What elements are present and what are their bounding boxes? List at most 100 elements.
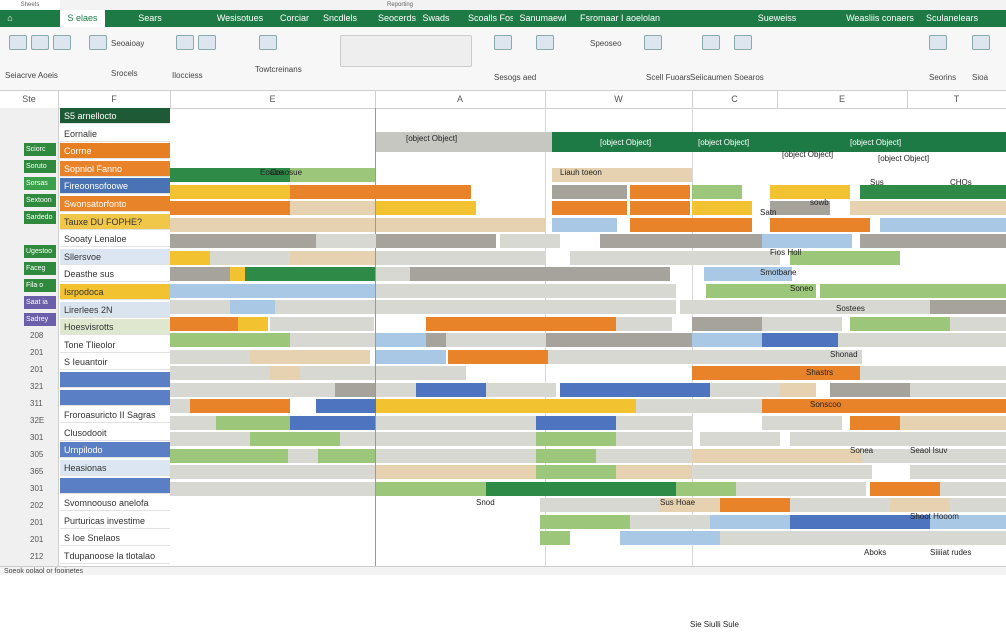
gantt-bar[interactable] <box>376 432 536 446</box>
gantt-bar[interactable] <box>830 382 910 397</box>
gantt-bar[interactable] <box>230 300 275 314</box>
row-header[interactable]: Faceg <box>0 261 56 277</box>
gantt-bar[interactable] <box>910 382 1006 397</box>
gantt-bar[interactable] <box>416 382 486 397</box>
gantt-bar[interactable] <box>335 382 375 397</box>
gantt-bar[interactable] <box>170 217 375 232</box>
gantt-bar[interactable] <box>486 481 676 496</box>
gantt-bar[interactable] <box>376 250 546 265</box>
brush-icon[interactable] <box>53 35 71 50</box>
task-name-cell[interactable]: Urnpilodo <box>60 442 170 459</box>
gantt-bar[interactable] <box>376 300 676 314</box>
row-header[interactable]: 212 <box>0 550 56 566</box>
gantt-bar[interactable] <box>596 448 692 463</box>
font-icon[interactable] <box>89 35 107 50</box>
gantt-bar[interactable] <box>290 250 375 265</box>
row-header[interactable]: 201 <box>0 346 56 362</box>
gantt-bar[interactable] <box>170 465 375 479</box>
task-name-cell[interactable]: Fireoonsofoowe <box>60 178 170 195</box>
task-name-cell[interactable]: Heasionas <box>60 460 170 476</box>
gantt-bar[interactable] <box>318 448 375 463</box>
gantt-bar[interactable] <box>376 333 426 347</box>
gantt-bar[interactable] <box>190 399 290 413</box>
gantt-bar[interactable] <box>275 300 375 314</box>
gantt-bar[interactable] <box>692 448 862 463</box>
gantt-bar[interactable] <box>340 432 375 446</box>
gantt-bar[interactable] <box>170 283 375 298</box>
ribbon-tab-1[interactable]: Sears <box>130 10 170 27</box>
sum-icon[interactable] <box>702 35 720 50</box>
gantt-bar[interactable] <box>630 514 710 529</box>
gantt-bar[interactable] <box>376 283 676 298</box>
gantt-bar[interactable] <box>552 184 627 199</box>
gantt-bar[interactable] <box>170 333 290 347</box>
task-name-cell[interactable]: Swonsatorfonto <box>60 196 170 212</box>
gantt-bar[interactable] <box>238 316 268 331</box>
format-cell-icon[interactable] <box>644 35 662 50</box>
gantt-bar[interactable] <box>250 234 316 248</box>
gantt-bar[interactable] <box>720 531 800 545</box>
gantt-bar[interactable] <box>376 234 496 248</box>
column-header[interactable]: C <box>692 91 778 108</box>
paste-icon[interactable] <box>9 35 27 50</box>
gantt-bar[interactable] <box>300 366 375 380</box>
gantt-bar[interactable] <box>376 366 466 380</box>
ribbon-tab-12[interactable]: Sculanelears <box>918 10 986 27</box>
gantt-bar[interactable] <box>900 415 1006 430</box>
insert-cell-icon[interactable] <box>494 35 512 50</box>
gantt-bar[interactable] <box>616 432 692 446</box>
gantt-bar[interactable] <box>552 217 617 232</box>
gantt-bar[interactable] <box>790 498 890 512</box>
ribbon-tab-5[interactable]: Seocerds <box>372 10 422 27</box>
clipboard-icon[interactable] <box>31 35 49 50</box>
gantt-bar[interactable] <box>170 415 216 430</box>
task-name-cell[interactable]: Svomnoouso anelofa <box>60 495 170 512</box>
gantt-bar[interactable] <box>820 283 1006 298</box>
row-header[interactable]: Sciorc <box>0 142 56 158</box>
row-header[interactable]: 201 <box>0 533 56 549</box>
gantt-bar[interactable] <box>170 201 290 215</box>
gantt-bar[interactable] <box>410 267 550 281</box>
gantt-bar[interactable] <box>762 333 838 347</box>
gantt-bar[interactable] <box>170 300 230 314</box>
gantt-bar[interactable] <box>536 415 616 430</box>
gantt-bar[interactable] <box>692 399 762 413</box>
gantt-bar[interactable] <box>790 514 930 529</box>
ribbon-tab-10[interactable]: Sueweiss <box>752 10 802 27</box>
gantt-bar[interactable] <box>546 333 692 347</box>
gantt-bar[interactable] <box>950 316 1006 331</box>
gantt-bar[interactable] <box>620 531 720 545</box>
gantt-bar[interactable] <box>860 366 1006 380</box>
gantt-bar[interactable] <box>880 217 1006 232</box>
task-name-cell[interactable]: Froroasuricto II Sagras <box>60 407 170 424</box>
row-header[interactable]: Sadrey <box>0 312 56 328</box>
style-gallery[interactable] <box>340 35 472 67</box>
gantt-bar[interactable] <box>250 432 340 446</box>
gantt-bar[interactable] <box>376 465 536 479</box>
gantt-bar[interactable] <box>710 382 780 397</box>
gantt-bar[interactable] <box>316 399 376 413</box>
ribbon-tab-4[interactable]: Sncdlels <box>320 10 360 27</box>
ribbon-tab-11[interactable]: Weasliis conaers <box>845 10 915 27</box>
gantt-bar[interactable] <box>770 217 870 232</box>
column-header[interactable]: A <box>375 91 546 108</box>
window-tab-sheets[interactable]: Sheets <box>0 0 60 10</box>
task-name-cell[interactable]: Isrpodoca <box>60 284 170 300</box>
gantt-bar[interactable] <box>548 349 692 364</box>
gantt-bar[interactable] <box>376 349 446 364</box>
gantt-bar[interactable] <box>288 448 318 463</box>
gantt-bar[interactable] <box>850 415 900 430</box>
gantt-bar[interactable] <box>250 349 370 364</box>
row-header[interactable] <box>0 227 56 243</box>
gantt-bar[interactable] <box>800 300 930 314</box>
task-name-cell[interactable]: Hoesvisrotts <box>60 319 170 336</box>
gantt-bar[interactable] <box>170 382 335 397</box>
gantt-bar[interactable] <box>910 465 1006 479</box>
gantt-bar[interactable] <box>762 316 842 331</box>
gantt-bar[interactable] <box>616 465 692 479</box>
column-header[interactable]: E <box>170 91 376 108</box>
delete-cell-icon[interactable] <box>536 35 554 50</box>
gantt-bar[interactable] <box>930 300 1006 314</box>
gantt-bar[interactable] <box>862 399 1006 413</box>
gantt-bar[interactable] <box>376 448 536 463</box>
